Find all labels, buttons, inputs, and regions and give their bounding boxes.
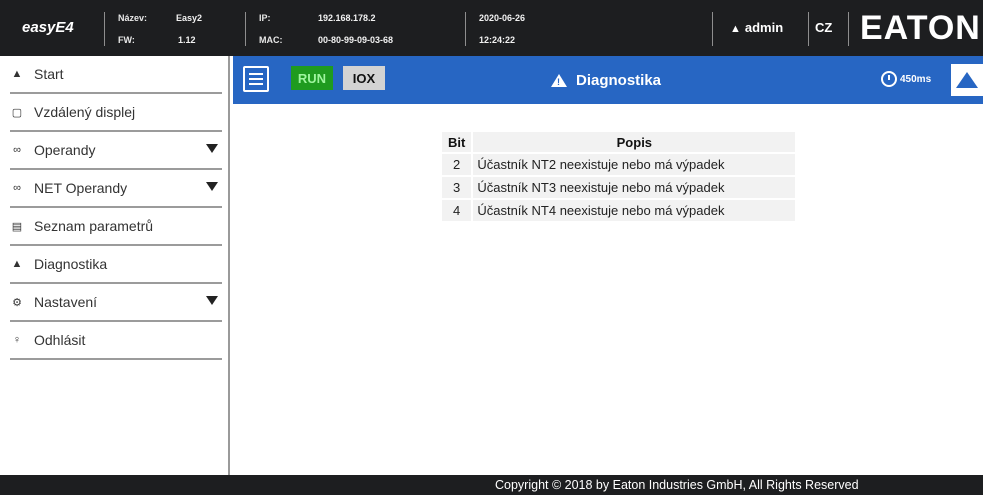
description-cell: Účastník NT4 neexistuje nebo má výpadek: [473, 200, 796, 221]
username: admin: [744, 20, 784, 35]
link-icon: ∞: [13, 182, 21, 194]
user-icon: ▲: [730, 23, 741, 35]
logo-text: EATON: [860, 9, 981, 47]
cycle-time-indicator: 450ms: [881, 71, 931, 87]
chevron-down-icon[interactable]: [206, 182, 218, 191]
mac-value: 00-80-99-09-03-68: [318, 35, 394, 45]
sidebar-item-label: Odhlásit: [34, 332, 86, 348]
sidebar-item-label: Seznam parametrů: [34, 218, 154, 234]
description-cell: Účastník NT2 neexistuje nebo má výpadek: [473, 154, 796, 175]
copyright-text: Copyright © 2018 by Eaton Industries Gmb…: [495, 478, 859, 492]
language-switch[interactable]: CZ: [815, 20, 832, 35]
scroll-up-button[interactable]: [951, 64, 983, 96]
warning-icon: [551, 74, 567, 87]
chevron-down-icon[interactable]: [206, 144, 218, 153]
sidebar-item-diagnostics[interactable]: ▲ Diagnostika: [10, 246, 222, 284]
top-header: easyE4 Název: Easy2 FW: 1.12 IP: 192.168…: [0, 0, 983, 56]
header-divider: [712, 12, 713, 46]
sidebar-item-logout[interactable]: ♀ Odhlásit: [10, 322, 222, 360]
main-toolbar: RUN IOX Diagnostika 450ms: [233, 56, 983, 104]
header-divider: [808, 12, 809, 46]
menu-toggle-button[interactable]: [243, 66, 269, 92]
eaton-logo: EATON: [860, 9, 981, 47]
column-header-description: Popis: [473, 132, 796, 152]
timer-icon: [881, 71, 897, 87]
page-title-text: Diagnostika: [576, 72, 662, 89]
description-cell: Účastník NT3 neexistuje nebo má výpadek: [473, 177, 796, 198]
time-display: 12:24:22: [479, 35, 516, 45]
ip-label: IP:: [259, 13, 271, 23]
table-header-row: Bit Popis: [442, 132, 796, 152]
sidebar-item-start[interactable]: ▲ Start: [10, 56, 222, 94]
header-divider: [104, 12, 105, 46]
fw-value: 1.12: [178, 35, 196, 45]
gear-icon: ⚙: [12, 296, 22, 309]
ip-value: 192.168.178.2: [318, 13, 376, 23]
sidebar-nav: ▲ Start ▢ Vzdálený displej ∞ Operandy ∞ …: [0, 56, 230, 475]
fw-label: FW:: [118, 35, 135, 45]
page-title: Diagnostika: [551, 72, 661, 89]
user-menu[interactable]: ▲ admin: [730, 20, 783, 35]
sidebar-item-label: Diagnostika: [34, 256, 108, 272]
name-label: Název:: [118, 13, 148, 23]
name-value: Easy2: [176, 13, 203, 23]
monitor-icon: ▢: [11, 106, 23, 119]
sidebar-item-label: Vzdálený displej: [34, 104, 136, 120]
app-brand: easyE4: [22, 19, 74, 36]
warning-icon: ▲: [11, 258, 23, 270]
chevron-down-icon[interactable]: [206, 296, 218, 305]
hamburger-line: [249, 83, 263, 85]
arrow-up-icon: [956, 72, 978, 88]
bit-cell: 2: [442, 154, 472, 175]
sidebar-item-parameter-list[interactable]: ▤ Seznam parametrů: [10, 208, 222, 246]
diagnostics-table: Bit Popis 2 Účastník NT2 neexistuje nebo…: [440, 130, 797, 223]
sidebar-item-net-operands[interactable]: ∞ NET Operandy: [10, 170, 222, 208]
cycle-time-value: 450ms: [900, 73, 932, 85]
header-divider: [848, 12, 849, 46]
iox-status-button[interactable]: IOX: [343, 66, 385, 90]
home-icon: ▲: [11, 68, 23, 80]
footer: Copyright © 2018 by Eaton Industries Gmb…: [0, 475, 983, 495]
table-row: 3 Účastník NT3 neexistuje nebo má výpade…: [442, 177, 796, 198]
hamburger-line: [249, 73, 263, 75]
sidebar-item-label: Nastavení: [34, 294, 98, 310]
table-row: 2 Účastník NT2 neexistuje nebo má výpade…: [442, 154, 796, 175]
bit-cell: 3: [442, 177, 472, 198]
user-icon: ♀: [12, 334, 22, 346]
bit-cell: 4: [442, 200, 472, 221]
mac-label: MAC:: [259, 35, 283, 45]
header-divider: [465, 12, 466, 46]
sidebar-item-label: Operandy: [34, 142, 96, 158]
sidebar-item-operands[interactable]: ∞ Operandy: [10, 132, 222, 170]
sidebar-item-settings[interactable]: ⚙ Nastavení: [10, 284, 222, 322]
hamburger-line: [249, 78, 263, 80]
list-icon: ▤: [11, 220, 23, 233]
run-status-button[interactable]: RUN: [291, 66, 333, 90]
table-row: 4 Účastník NT4 neexistuje nebo má výpade…: [442, 200, 796, 221]
sidebar-item-label: Start: [34, 66, 64, 82]
sidebar-item-remote-display[interactable]: ▢ Vzdálený displej: [10, 94, 222, 132]
sidebar-item-label: NET Operandy: [34, 180, 128, 196]
link-icon: ∞: [13, 144, 21, 156]
header-divider: [245, 12, 246, 46]
column-header-bit: Bit: [442, 132, 472, 152]
date-display: 2020-06-26: [479, 13, 526, 23]
